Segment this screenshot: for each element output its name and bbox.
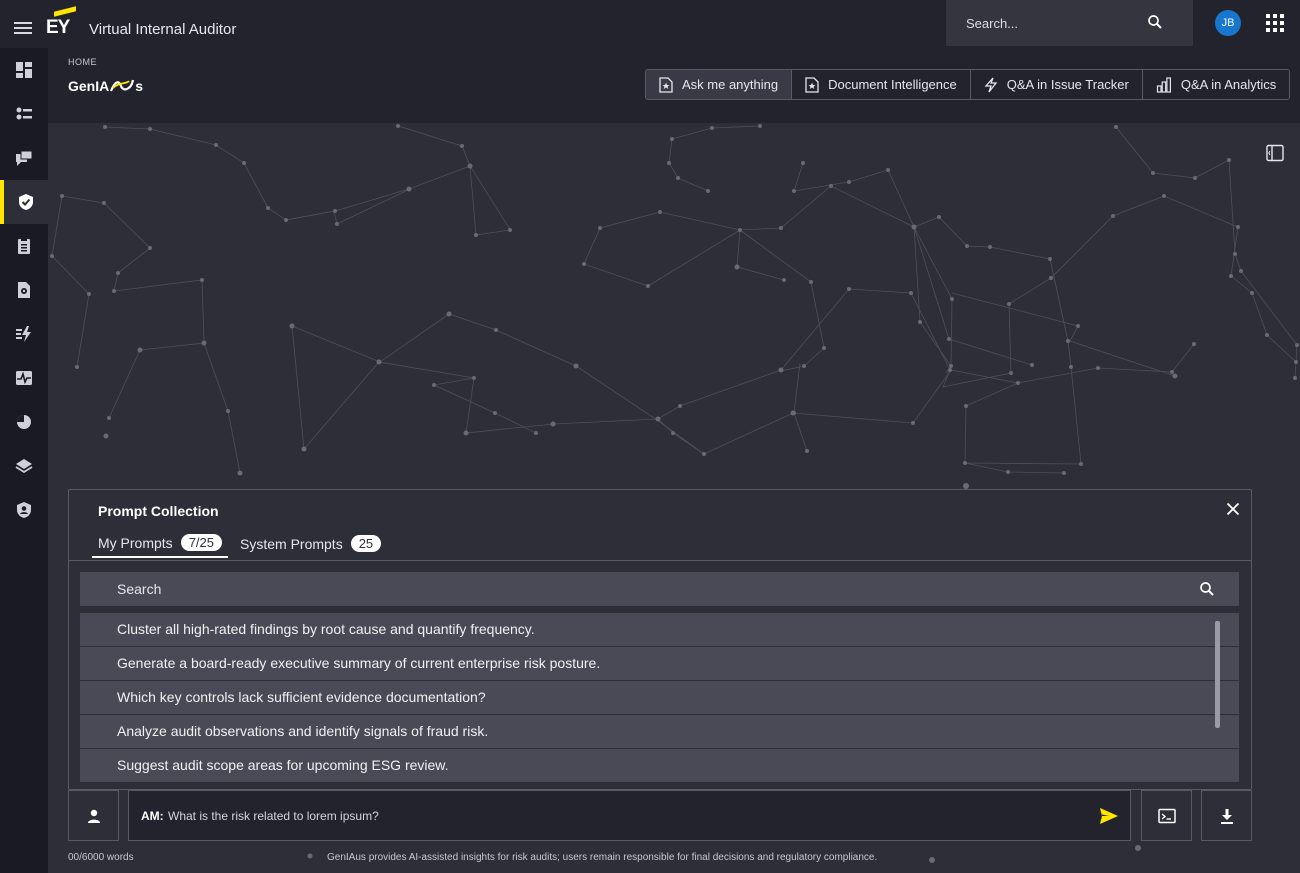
tab-qa-issue-tracker[interactable]: Q&A in Issue Tracker — [970, 70, 1143, 99]
app-launcher-icon[interactable] — [1266, 14, 1284, 32]
page-title-prefix: GenIA — [68, 78, 110, 94]
terminal-icon — [1157, 808, 1176, 823]
document-star-icon — [659, 76, 673, 93]
user-shield-icon[interactable] — [0, 488, 48, 532]
tab-label: Q&A in Issue Tracker — [1006, 77, 1129, 92]
tab-system-prompts[interactable]: System Prompts 25 — [234, 534, 387, 558]
global-search[interactable] — [946, 0, 1193, 46]
list-item[interactable]: Analyze audit observations and identify … — [80, 715, 1239, 749]
terminal-button[interactable] — [1141, 790, 1192, 841]
word-count: 00/6000 words — [68, 852, 134, 863]
prompt-list: Cluster all high-rated findings by root … — [80, 613, 1239, 784]
global-search-input[interactable] — [946, 0, 1146, 46]
hamburger-menu-icon[interactable] — [14, 22, 32, 37]
list-item[interactable]: Generate a board-ready executive summary… — [80, 647, 1239, 681]
workflow-icon[interactable] — [0, 92, 48, 136]
tab-label: Ask me anything — [682, 77, 779, 92]
mode-tabs: Ask me anything Document Intelligence Q&… — [645, 69, 1291, 100]
chat-icon[interactable] — [0, 136, 48, 180]
breadcrumb[interactable]: HOME — [68, 57, 97, 67]
tab-label: System Prompts — [240, 535, 343, 552]
avatar[interactable]: JB — [1215, 10, 1241, 36]
search-icon[interactable] — [1198, 580, 1216, 603]
bar-chart-icon — [1156, 76, 1171, 93]
tab-my-prompts[interactable]: My Prompts 7/25 — [92, 534, 228, 558]
page-header: HOME GenIA s Ask me anything Document Int… — [48, 48, 1300, 123]
tab-qa-analytics[interactable]: Q&A in Analytics — [1142, 70, 1290, 99]
disclaimer-text: GenIAus provides AI-assisted insights fo… — [327, 852, 878, 863]
prompt-collection-title: Prompt Collection — [98, 503, 219, 519]
pulse-icon[interactable] — [0, 356, 48, 400]
message-prefix: AM: — [141, 809, 164, 823]
dashboard-icon[interactable] — [0, 48, 48, 92]
close-icon[interactable] — [1226, 502, 1240, 521]
count-badge: 7/25 — [180, 534, 222, 551]
page-title: GenIA s — [68, 78, 143, 97]
document-gear-icon[interactable] — [0, 268, 48, 312]
user-persona-button[interactable] — [68, 790, 119, 841]
app-title: Virtual Internal Auditor — [89, 21, 237, 38]
layers-icon[interactable] — [0, 444, 48, 488]
clipboard-icon[interactable] — [0, 224, 48, 268]
user-icon — [87, 809, 100, 823]
download-icon — [1220, 808, 1233, 824]
genius-swirl-logo — [109, 78, 135, 97]
side-panel-toggle-icon[interactable] — [1266, 144, 1284, 167]
prompt-search-input[interactable] — [80, 572, 1180, 606]
tab-label: My Prompts — [98, 534, 173, 551]
list-item[interactable]: Which key controls lack sufficient evide… — [80, 681, 1239, 715]
top-bar: EY Virtual Internal Auditor JB — [0, 0, 1300, 48]
ey-logo[interactable]: EY — [46, 6, 78, 38]
shield-check-icon[interactable] — [0, 180, 48, 224]
tab-label: Q&A in Analytics — [1180, 77, 1277, 92]
document-star-icon — [805, 76, 819, 93]
download-button[interactable] — [1201, 790, 1252, 841]
prompt-search[interactable] — [80, 572, 1239, 606]
tab-label: Document Intelligence — [828, 77, 957, 92]
lightning-list-icon[interactable] — [0, 312, 48, 356]
send-icon[interactable] — [1099, 807, 1119, 830]
message-text[interactable]: What is the risk related to lorem ipsum? — [168, 809, 379, 823]
list-item[interactable]: Suggest audit scope areas for upcoming E… — [80, 749, 1239, 783]
pie-chart-icon[interactable] — [0, 400, 48, 444]
logo-text: EY — [46, 17, 70, 38]
divider — [69, 560, 1251, 561]
search-icon[interactable] — [1146, 13, 1164, 36]
lightning-icon — [984, 77, 998, 92]
page-title-suffix: s — [135, 78, 144, 94]
prompt-tabs: My Prompts 7/25 System Prompts 25 — [92, 534, 393, 558]
prompt-collection-panel: Prompt Collection My Prompts 7/25 System… — [68, 489, 1252, 790]
message-input[interactable]: AM: What is the risk related to lorem ip… — [128, 790, 1131, 841]
sidebar: ? — [0, 48, 48, 873]
count-badge: 25 — [350, 535, 382, 552]
tab-ask-me-anything[interactable]: Ask me anything — [646, 70, 793, 99]
scrollbar[interactable] — [1215, 621, 1220, 728]
tab-document-intelligence[interactable]: Document Intelligence — [792, 70, 971, 99]
list-item[interactable]: Cluster all high-rated findings by root … — [80, 613, 1239, 647]
